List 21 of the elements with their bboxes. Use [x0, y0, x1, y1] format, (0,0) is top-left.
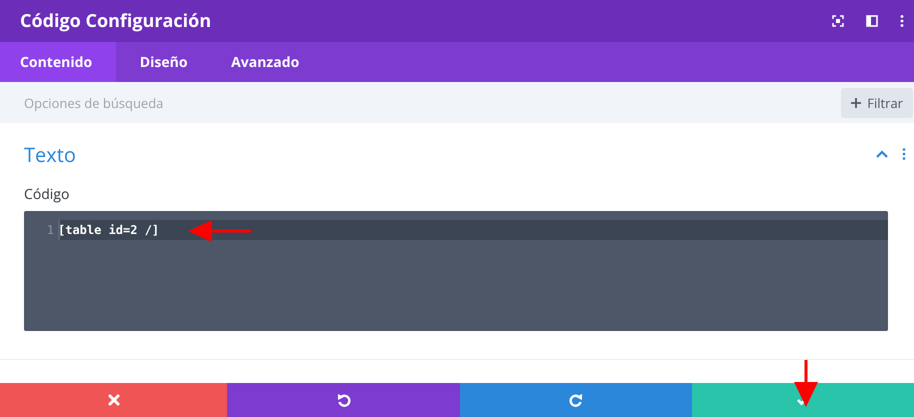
sidebar-icon[interactable]	[866, 15, 878, 27]
search-field[interactable]: Opciones de búsqueda	[0, 94, 348, 112]
tab[interactable]: Avanzado	[211, 42, 320, 82]
redo-icon	[569, 393, 583, 407]
more-icon[interactable]	[900, 15, 904, 27]
annotation-arrow	[188, 219, 252, 243]
annotation-arrow	[793, 360, 819, 408]
field-label: Código	[24, 185, 70, 206]
tab[interactable]: Contenido	[0, 42, 116, 82]
more-icon[interactable]	[902, 148, 906, 160]
close-icon	[106, 393, 120, 407]
tab[interactable]: Diseño	[116, 42, 212, 82]
expand-icon[interactable]	[832, 15, 844, 27]
section-title: Texto	[24, 140, 77, 168]
window-title: Código Configuración	[20, 9, 212, 33]
collapse-icon[interactable]	[876, 150, 888, 158]
line-number: 1	[46, 223, 55, 237]
filter-button[interactable]: Filtrar	[841, 88, 913, 118]
code-editor[interactable]: 1 [table id=2 /]	[24, 211, 888, 331]
undo-icon	[336, 393, 350, 407]
plus-icon	[851, 98, 862, 108]
